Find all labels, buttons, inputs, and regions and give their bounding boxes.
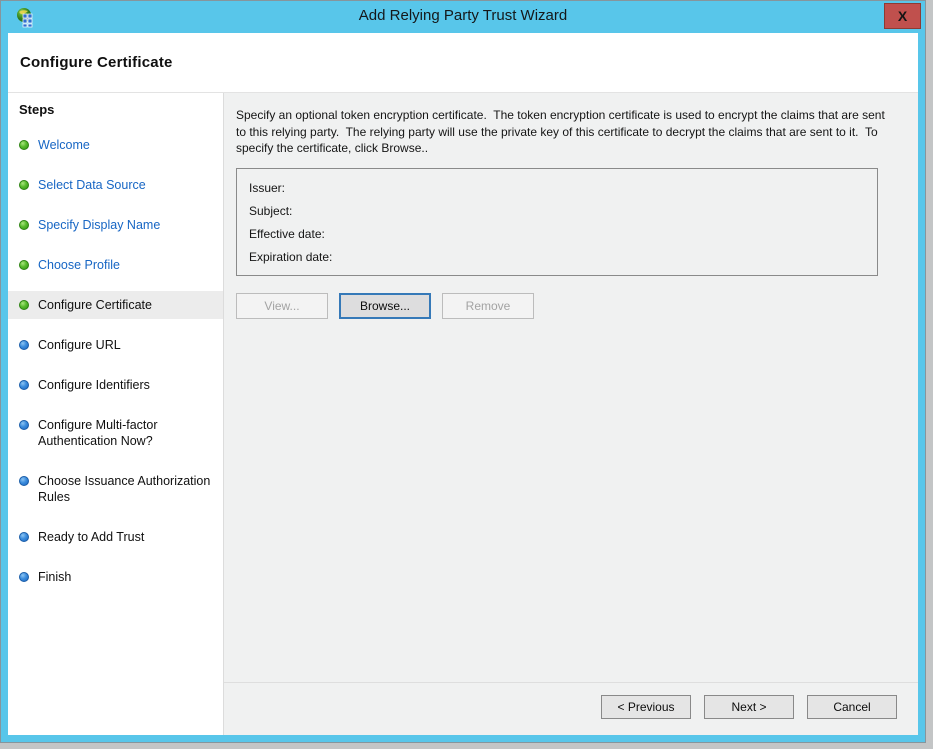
sidebar-item-configure-certificate: Configure Certificate — [8, 291, 223, 319]
main-panel: Specify an optional token encryption cer… — [224, 93, 918, 735]
step-label: Select Data Source — [38, 177, 146, 193]
step-label: Choose Profile — [38, 257, 120, 273]
cancel-button[interactable]: Cancel — [807, 695, 897, 719]
certificate-field-effective-date: Effective date: — [249, 223, 877, 246]
remove-button: Remove — [442, 293, 534, 319]
step-label: Specify Display Name — [38, 217, 160, 233]
page-title: Configure Certificate — [20, 54, 173, 71]
close-icon: X — [898, 8, 907, 24]
step-complete-dot — [19, 180, 29, 190]
step-current-dot — [19, 300, 29, 310]
titlebar: Add Relying Party Trust Wizard X — [1, 1, 925, 33]
step-complete-dot — [19, 260, 29, 270]
sidebar-item-choose-profile[interactable]: Choose Profile — [8, 251, 223, 279]
page-header: Configure Certificate — [8, 33, 918, 93]
certificate-details-box: Issuer: Subject: Effective date: Ex — [236, 168, 878, 276]
step-complete-dot — [19, 140, 29, 150]
certificate-field-issuer: Issuer: — [249, 177, 877, 200]
window-title: Add Relying Party Trust Wizard — [1, 7, 925, 24]
sidebar-item-specify-display-name[interactable]: Specify Display Name — [8, 211, 223, 239]
step-pending-dot — [19, 340, 29, 350]
step-pending-dot — [19, 572, 29, 582]
close-button[interactable]: X — [884, 3, 921, 29]
browse-button[interactable]: Browse... — [339, 293, 431, 319]
sidebar-item-finish: Finish — [8, 563, 223, 591]
step-label: Configure Multi-factor Authentication No… — [38, 417, 217, 449]
step-pending-dot — [19, 380, 29, 390]
sidebar-item-welcome[interactable]: Welcome — [8, 131, 223, 159]
field-label: Subject: — [249, 200, 292, 223]
steps-heading: Steps — [8, 102, 223, 131]
field-label: Effective date: — [249, 223, 325, 246]
step-label: Configure URL — [38, 337, 121, 353]
view-button: View... — [236, 293, 328, 319]
step-label: Finish — [38, 569, 71, 585]
sidebar-item-ready-to-add-trust: Ready to Add Trust — [8, 523, 223, 551]
step-label: Choose Issuance Authorization Rules — [38, 473, 217, 505]
step-label: Configure Certificate — [38, 297, 152, 313]
sidebar-item-configure-mfa: Configure Multi-factor Authentication No… — [8, 411, 223, 455]
step-label: Ready to Add Trust — [38, 529, 144, 545]
next-button[interactable]: Next > — [704, 695, 794, 719]
content-area: Specify an optional token encryption cer… — [224, 93, 918, 682]
step-label: Configure Identifiers — [38, 377, 150, 393]
field-label: Issuer: — [249, 177, 285, 200]
step-complete-dot — [19, 220, 29, 230]
wizard-footer: < Previous Next > Cancel — [224, 682, 918, 735]
certificate-actions: View... Browse... Remove — [236, 293, 890, 319]
sidebar-item-configure-identifiers: Configure Identifiers — [8, 371, 223, 399]
sidebar-item-configure-url: Configure URL — [8, 331, 223, 359]
field-label: Expiration date: — [249, 246, 332, 269]
steps-sidebar: Steps Welcome Select Data Source Specify… — [8, 93, 224, 735]
page-description: Specify an optional token encryption cer… — [236, 107, 898, 157]
step-pending-dot — [19, 420, 29, 430]
certificate-field-expiration-date: Expiration date: — [249, 246, 877, 269]
step-pending-dot — [19, 476, 29, 486]
step-label: Welcome — [38, 137, 90, 153]
step-pending-dot — [19, 532, 29, 542]
sidebar-item-choose-issuance-rules: Choose Issuance Authorization Rules — [8, 467, 223, 511]
certificate-field-subject: Subject: — [249, 200, 877, 223]
wizard-window: Add Relying Party Trust Wizard X Configu… — [0, 0, 926, 743]
sidebar-item-select-data-source[interactable]: Select Data Source — [8, 171, 223, 199]
previous-button[interactable]: < Previous — [601, 695, 691, 719]
window-body: Configure Certificate Steps Welcome Sele… — [8, 33, 918, 735]
